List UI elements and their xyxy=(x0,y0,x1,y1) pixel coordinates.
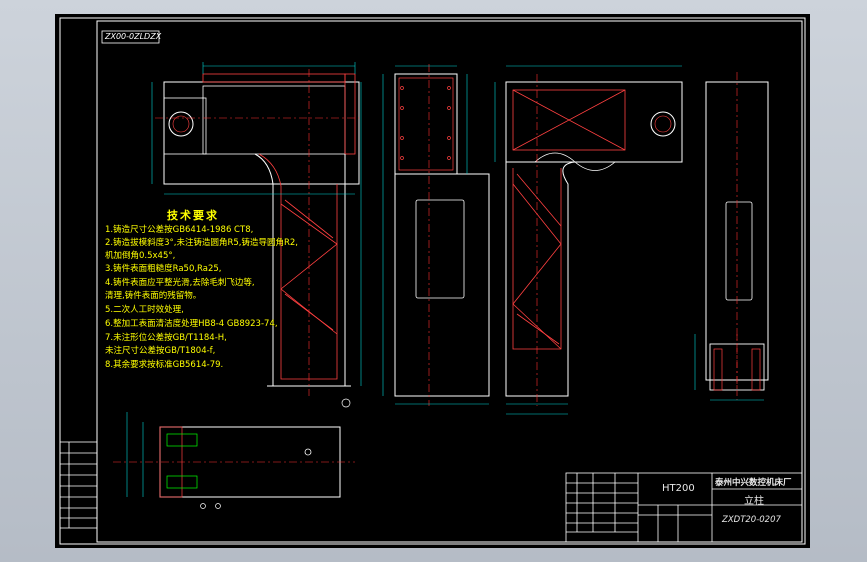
view-side-section xyxy=(494,65,683,415)
part-name: 立柱 xyxy=(744,496,764,507)
view-front xyxy=(382,64,490,406)
company-name: 泰州中兴数控机床厂 xyxy=(715,478,792,488)
requirement-item: 4.铸件表面应平整光滑,去除毛刺飞边等, xyxy=(105,278,255,288)
requirement-item: 7.未注形位公差按GB/T1184-H, xyxy=(105,333,227,343)
drawing-number: ZXDT20-0207 xyxy=(722,515,781,525)
requirement-item: 6.整加工表面清洁度处理HB8-4 GB8923-74, xyxy=(105,319,278,329)
view-detail-bottom xyxy=(113,412,355,509)
code-stamp: ZX00-0ZLDZX xyxy=(105,32,162,41)
requirement-item: 2.铸造拔模斜度3°,未注铸造圆角R5,铸造导圆角R2, xyxy=(105,238,299,248)
material-label: HT200 xyxy=(662,483,695,494)
requirement-item: 3.铸件表面粗糙度Ra50,Ra25, xyxy=(105,264,222,274)
requirement-item: 8.其余要求按标准GB5614-79. xyxy=(105,360,224,370)
technical-requirements-title: 技术要求 xyxy=(167,209,219,222)
requirement-item: 未注尺寸公差按GB/T1804-f, xyxy=(105,346,216,356)
requirement-item: 机加倒角0.5x45°, xyxy=(105,251,176,261)
drawing-sheet: ZX00-0ZLDZX 技术要求 1.铸造尺寸公差按GB6414-1986 CT… xyxy=(55,14,810,548)
requirement-item: 清理,铸件表面的残留物。 xyxy=(105,291,202,301)
left-strip xyxy=(59,441,98,529)
view-detail-section xyxy=(694,334,765,401)
requirement-item: 5.二次人工时效处理, xyxy=(105,305,184,315)
requirement-item: 1.铸造尺寸公差按GB6414-1986 CT8, xyxy=(105,225,254,235)
view-rear xyxy=(705,72,769,390)
